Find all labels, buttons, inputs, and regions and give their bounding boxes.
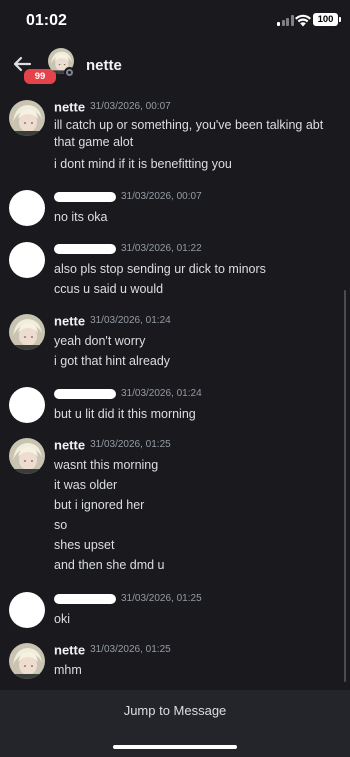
- message-text: also pls stop sending ur dick to minors: [54, 262, 266, 276]
- message-header: nette 31/03/2026, 01:25: [54, 641, 171, 659]
- home-indicator[interactable]: [113, 745, 237, 749]
- message-timestamp: 31/03/2026, 00:07: [121, 191, 202, 203]
- message-timestamp: 31/03/2026, 01:24: [121, 388, 202, 400]
- wifi-icon: [295, 14, 311, 27]
- message-header: nette 31/03/2026, 01:25: [54, 436, 171, 454]
- redacted-author-name: [54, 243, 116, 254]
- message-timestamp: 31/03/2026, 01:25: [121, 593, 202, 605]
- channel-header: 99 nette: [0, 44, 350, 88]
- message-text: i dont mind if it is benefitting you: [54, 157, 232, 171]
- message-text: but u lit did it this morning: [54, 407, 196, 421]
- avatar[interactable]: [9, 387, 45, 423]
- scrollbar[interactable]: [344, 290, 346, 682]
- avatar[interactable]: [9, 643, 45, 679]
- message-timestamp: 31/03/2026, 01:25: [90, 439, 171, 451]
- message-body: ill catch up or something, you've been t…: [54, 117, 334, 174]
- message-text: but i ignored her: [54, 498, 145, 512]
- message-body: also pls stop sending ur dick to minors …: [54, 259, 334, 299]
- presence-status-dot: [64, 67, 75, 78]
- message-text: and then she dmd u: [54, 558, 165, 572]
- avatar[interactable]: [9, 190, 45, 226]
- message-text: ill catch up or something, you've been t…: [54, 118, 324, 149]
- status-time: 01:02: [26, 12, 67, 29]
- jump-to-message-button[interactable]: Jump to Message: [0, 703, 350, 718]
- message-header: 31/03/2026, 01:24: [54, 385, 202, 403]
- avatar[interactable]: [9, 100, 45, 136]
- author-name[interactable]: nette: [54, 437, 85, 452]
- avatar[interactable]: [9, 314, 45, 350]
- message-header: nette 31/03/2026, 01:24: [54, 312, 171, 330]
- author-name[interactable]: nette: [54, 99, 85, 114]
- message-body: oki: [54, 609, 334, 629]
- cellular-signal-icon: [277, 15, 294, 26]
- message-text: it was older: [54, 478, 118, 492]
- message-text: mhm: [54, 663, 82, 677]
- message-timestamp: 31/03/2026, 00:07: [90, 101, 171, 113]
- redacted-author-name: [54, 388, 116, 399]
- message-header: 31/03/2026, 01:22: [54, 240, 202, 258]
- message-body: wasnt this morning it was older but i ig…: [54, 455, 334, 575]
- message-text: oki: [54, 612, 70, 626]
- message-text: ccus u said u would: [54, 282, 164, 296]
- message-timestamp: 31/03/2026, 01:24: [90, 315, 171, 327]
- avatar[interactable]: [9, 242, 45, 278]
- message-list[interactable]: nette 31/03/2026, 00:07 ill catch up or s…: [0, 90, 350, 690]
- message-body: mhm: [54, 660, 334, 680]
- avatar[interactable]: [9, 438, 45, 474]
- redacted-author-name: [54, 191, 116, 202]
- battery-icon: 100: [313, 13, 341, 26]
- author-name[interactable]: nette: [54, 642, 85, 657]
- author-name[interactable]: nette: [54, 313, 85, 328]
- message-text: i got that hint already: [54, 354, 171, 368]
- message-body: yeah don't worry i got that hint already: [54, 331, 334, 371]
- avatar[interactable]: [9, 592, 45, 628]
- message-text: shes upset: [54, 538, 115, 552]
- message-text: no its oka: [54, 210, 108, 224]
- message-text: yeah don't worry: [54, 334, 146, 348]
- status-bar: 01:02 100: [0, 0, 350, 44]
- message-header: 31/03/2026, 01:25: [54, 590, 202, 608]
- channel-title[interactable]: nette: [86, 57, 122, 74]
- message-text: so: [54, 518, 68, 532]
- message-body: no its oka: [54, 207, 334, 227]
- jump-bar: Jump to Message: [0, 690, 350, 757]
- message-timestamp: 31/03/2026, 01:25: [90, 644, 171, 656]
- message-header: 31/03/2026, 00:07: [54, 188, 202, 206]
- message-body: but u lit did it this morning: [54, 404, 334, 424]
- message-text: wasnt this morning: [54, 458, 159, 472]
- redacted-author-name: [54, 593, 116, 604]
- message-header: nette 31/03/2026, 00:07: [54, 98, 171, 116]
- message-timestamp: 31/03/2026, 01:22: [121, 243, 202, 255]
